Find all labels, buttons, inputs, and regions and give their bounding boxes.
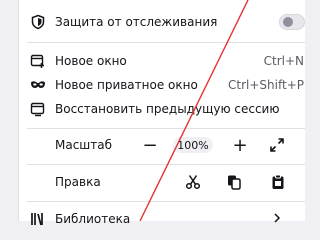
- new-private-window-label: Новое приватное окно: [55, 78, 198, 92]
- tracking-protection-label: Защита от отслеживания: [55, 15, 218, 29]
- app-menu-panel: Защита от отслеживания Новое окно Ctrl+N…: [18, 0, 305, 226]
- new-window-shortcut: Ctrl+N: [263, 54, 304, 68]
- new-private-window-item[interactable]: Новое приватное окно Ctrl+Shift+P: [19, 72, 305, 98]
- zoom-label: Масштаб: [55, 138, 113, 152]
- zoom-out-button[interactable]: −: [141, 135, 159, 156]
- new-private-window-shortcut: Ctrl+Shift+P: [228, 78, 304, 92]
- new-window-icon: [30, 53, 46, 69]
- restore-session-icon: [30, 101, 46, 117]
- chevron-right-icon: [273, 212, 281, 226]
- library-item[interactable]: Библиотека: [19, 206, 305, 232]
- edit-label: Правка: [55, 175, 101, 189]
- restore-session-item[interactable]: Восстановить предыдущую сессию: [19, 96, 305, 122]
- fullscreen-icon[interactable]: [269, 137, 285, 153]
- private-mask-icon: [30, 77, 46, 93]
- separator: [27, 128, 305, 129]
- separator: [27, 164, 305, 165]
- library-icon: [30, 211, 46, 227]
- zoom-reset-button[interactable]: 100%: [173, 137, 213, 153]
- restore-session-label: Восстановить предыдущую сессию: [55, 102, 280, 116]
- copy-icon[interactable]: [225, 173, 243, 191]
- cut-icon[interactable]: [184, 173, 202, 191]
- separator: [27, 42, 305, 43]
- separator: [27, 201, 305, 202]
- tracking-protection-item[interactable]: Защита от отслеживания: [19, 9, 305, 35]
- tracking-protection-toggle[interactable]: [279, 14, 305, 30]
- edit-row: Правка: [19, 169, 305, 195]
- paste-icon[interactable]: [269, 173, 287, 191]
- new-window-label: Новое окно: [55, 54, 127, 68]
- zoom-in-button[interactable]: +: [231, 135, 249, 156]
- zoom-row: Масштаб − 100% +: [19, 132, 305, 158]
- library-label: Библиотека: [55, 212, 131, 226]
- shield-icon: [30, 14, 46, 30]
- new-window-item[interactable]: Новое окно Ctrl+N: [19, 48, 305, 74]
